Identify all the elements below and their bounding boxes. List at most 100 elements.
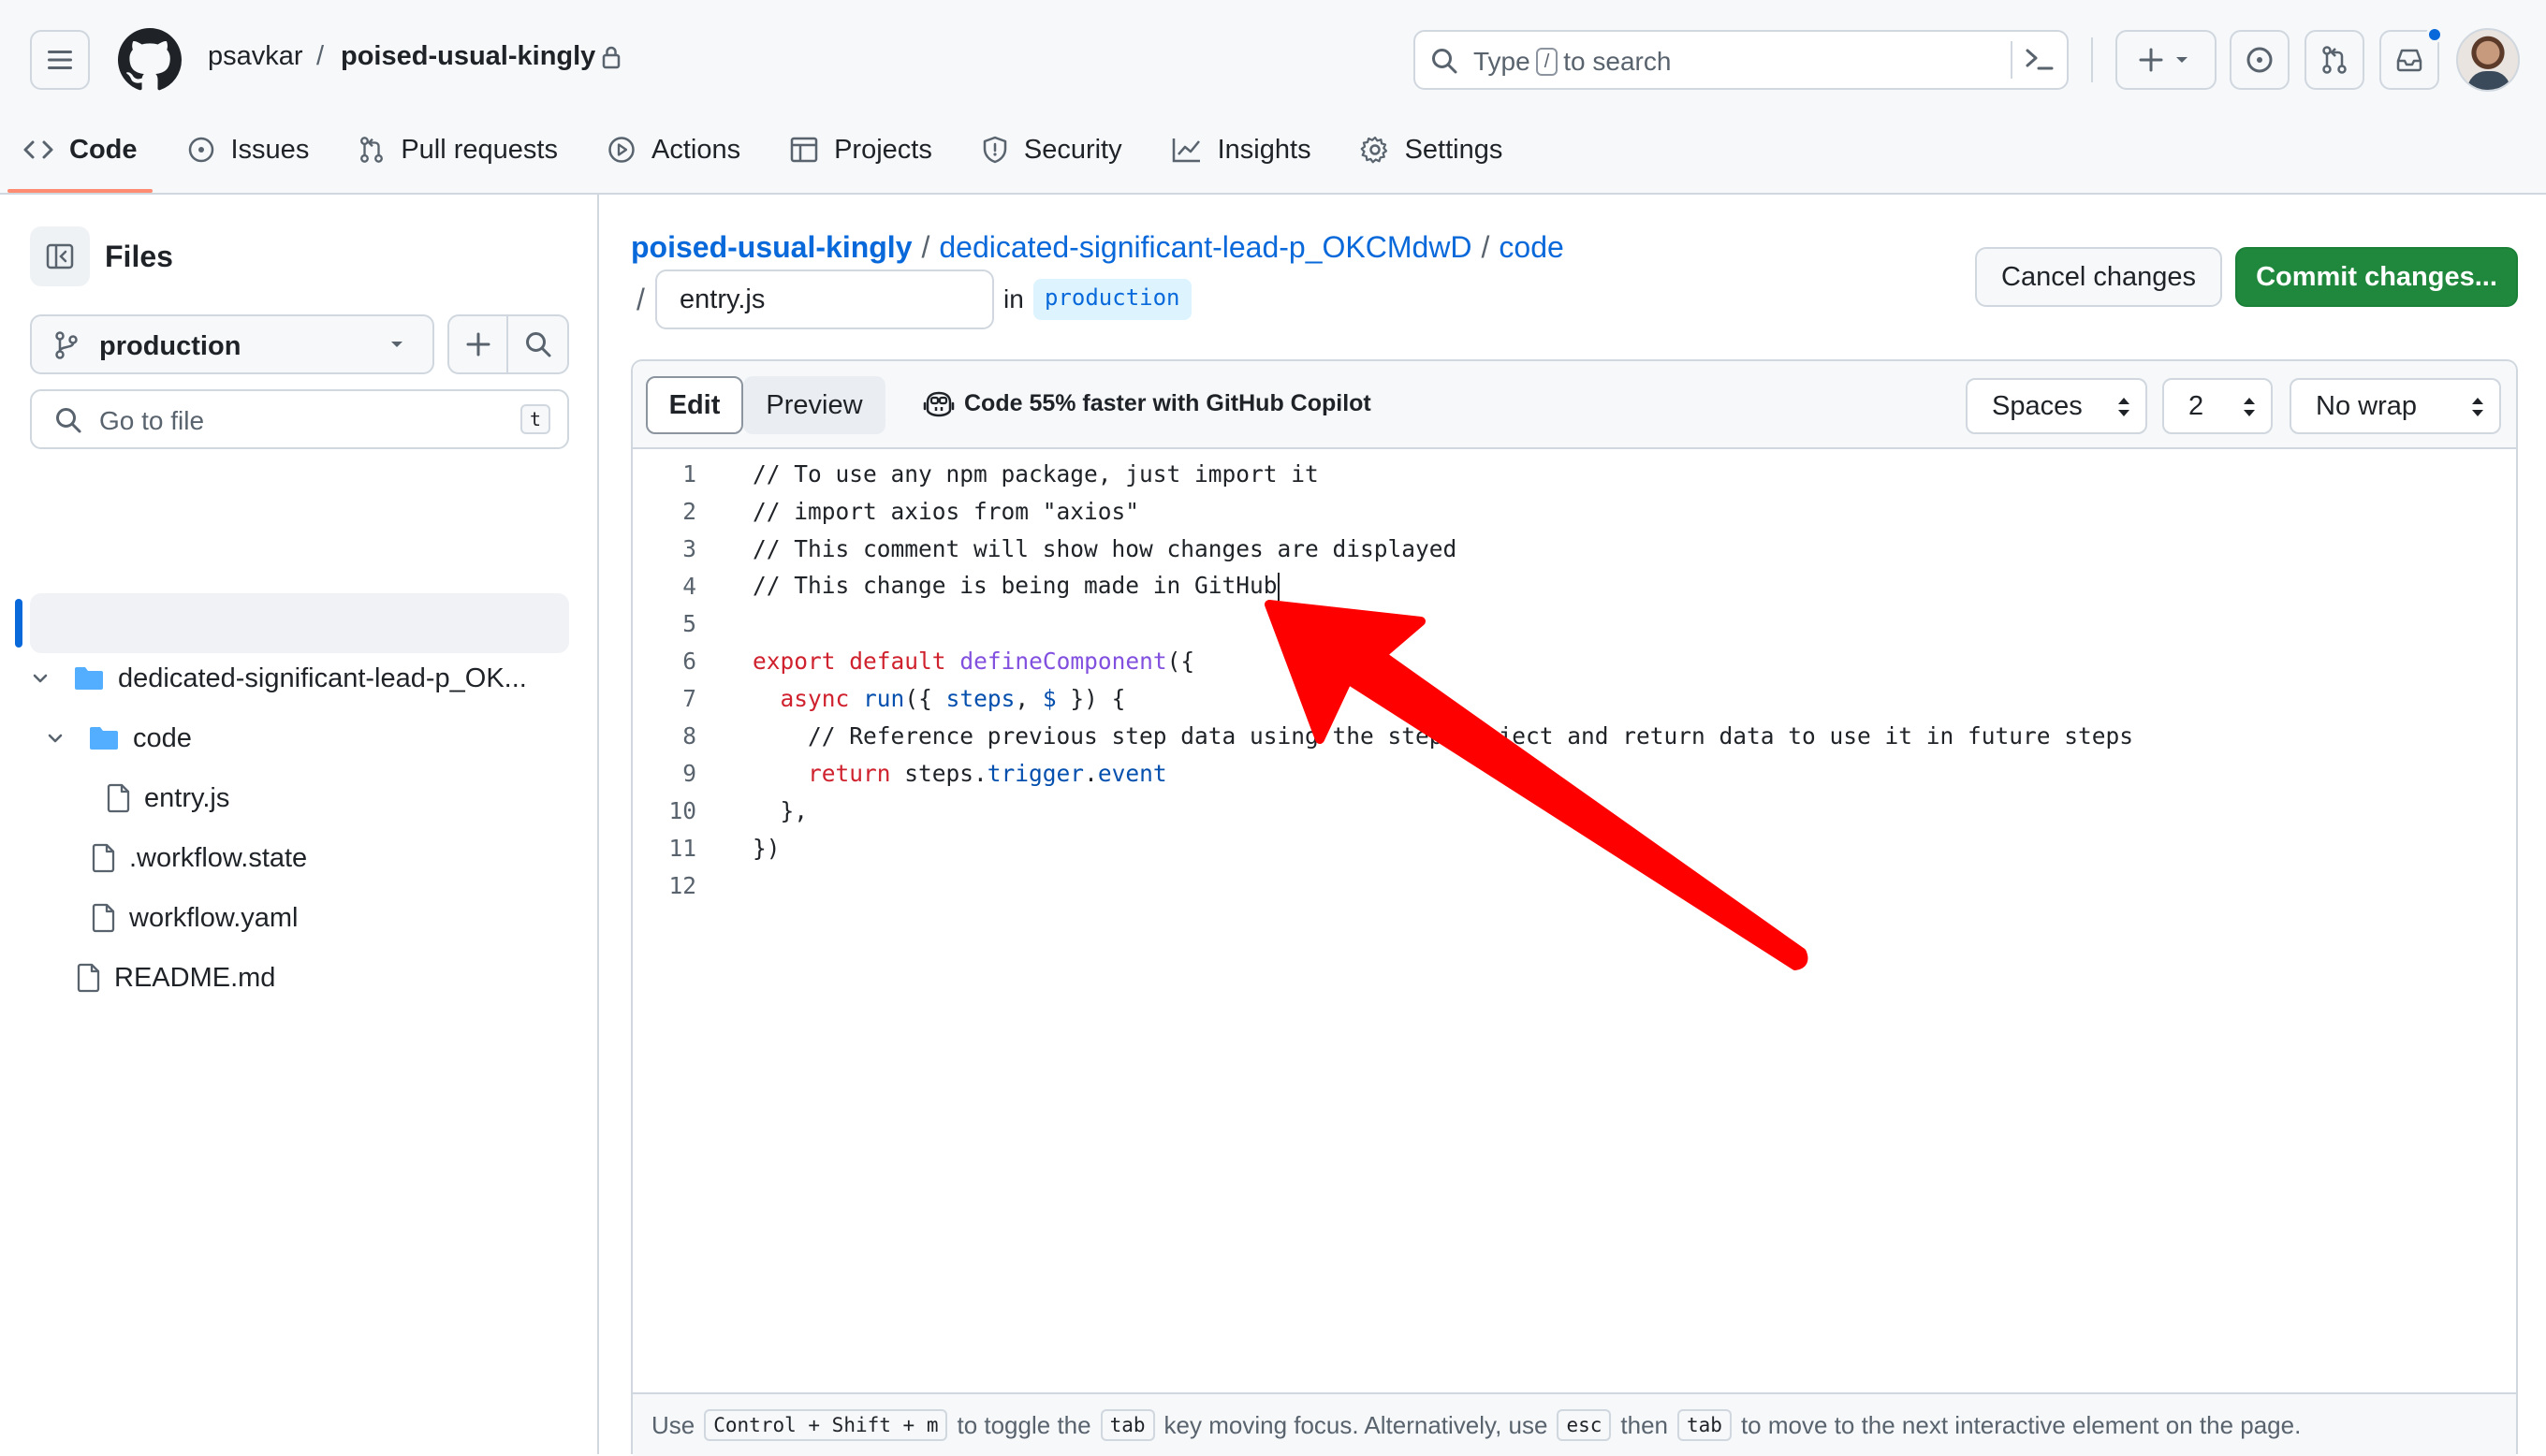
tree-file[interactable]: workflow.yaml (92, 889, 299, 947)
search-files-button[interactable] (508, 316, 567, 372)
line-number: 3 (682, 534, 696, 562)
issue-icon (2246, 47, 2273, 73)
gear-icon (1360, 135, 1390, 165)
tab-code[interactable]: Code (0, 122, 160, 193)
lock-icon (602, 46, 621, 69)
code-line: 10 }, (633, 792, 2516, 829)
commit-changes-button[interactable]: Commit changes... (2235, 247, 2518, 307)
line-number: 8 (682, 721, 696, 750)
code-text: // import axios from "axios" (753, 497, 1140, 525)
code-line: 9 return steps.trigger.event (633, 754, 2516, 792)
code-line: 8 // Reference previous step data using … (633, 717, 2516, 754)
hint-text: then (1620, 1410, 1669, 1439)
code-line: 1 // To use any npm package, just import … (633, 455, 2516, 492)
tree-item-label: entry.js (144, 782, 230, 813)
code-line: 3 // This comment will show how changes a… (633, 530, 2516, 567)
command-palette-icon[interactable] (2024, 45, 2056, 75)
branch-selector[interactable]: production (30, 314, 434, 374)
line-number: 7 (682, 684, 696, 712)
tab-label: Pull requests (401, 134, 558, 165)
tab-projects[interactable]: Projects (767, 122, 955, 178)
tree-file[interactable]: .workflow.state (92, 829, 307, 887)
hint-key: esc (1557, 1409, 1612, 1441)
copilot-promo-link[interactable]: Code 55% faster with GitHub Copilot (923, 389, 1371, 417)
tab-label: Code (69, 134, 138, 165)
code-line: 6 export default defineComponent({ (633, 642, 2516, 679)
repo-owner-link[interactable]: psavkar (208, 41, 303, 72)
menu-button[interactable] (30, 30, 90, 90)
breadcrumb-subfolder-link[interactable]: code (1499, 230, 1563, 265)
line-number: 12 (668, 871, 696, 899)
search-divider (2011, 41, 2012, 79)
search-placeholder-after: to search (1563, 47, 1672, 76)
branch-icon (55, 331, 78, 359)
breadcrumb-repo-link[interactable]: poised-usual-kingly (631, 230, 912, 265)
create-new-button[interactable] (2115, 30, 2217, 90)
pull-request-icon (358, 135, 386, 165)
code-line: 12 (633, 866, 2516, 904)
line-number: 10 (668, 796, 696, 824)
tab-label: Security (1023, 134, 1122, 165)
indent-mode-select[interactable]: Spaces (1966, 378, 2147, 434)
graph-icon (1171, 136, 1203, 164)
tree-item-label: code (133, 722, 192, 753)
wrap-mode-select[interactable]: No wrap (2290, 378, 2501, 434)
unread-notification-dot (2426, 26, 2443, 43)
indent-size-select[interactable]: 2 (2162, 378, 2273, 434)
code-text: async run({ steps, $ }) { (780, 684, 1126, 712)
repo-name-link[interactable]: poised-usual-kingly (341, 41, 595, 72)
code-icon (22, 136, 54, 164)
tab-settings[interactable]: Settings (1338, 122, 1526, 178)
add-file-button[interactable] (449, 316, 509, 372)
in-label: in (1003, 284, 1024, 313)
user-avatar[interactable] (2456, 28, 2520, 92)
tab-actions[interactable]: Actions (584, 122, 763, 178)
cancel-changes-button[interactable]: Cancel changes (1975, 247, 2222, 307)
path-separator: / (636, 283, 645, 316)
folder-icon (73, 664, 105, 692)
code-text: }, (753, 796, 809, 824)
tab-security[interactable]: Security (958, 122, 1145, 178)
chevron-down-icon[interactable] (45, 728, 69, 749)
breadcrumb: poised-usual-kingly / dedicated-signific… (631, 230, 1564, 265)
indent-mode-value: Spaces (1992, 390, 2083, 421)
play-icon (607, 135, 636, 165)
wrap-mode-value: No wrap (2316, 390, 2417, 421)
code-line: 5 (633, 604, 2516, 642)
tab-edit[interactable]: Edit (646, 376, 743, 434)
breadcrumb-separator: / (921, 230, 930, 264)
tree-folder[interactable]: code (45, 709, 192, 767)
tab-insights[interactable]: Insights (1149, 122, 1334, 178)
hint-key: Control + Shift + m (704, 1409, 948, 1441)
header-divider (2091, 37, 2093, 82)
search-placeholder: Type / to search (1473, 47, 1671, 77)
your-issues-button[interactable] (2230, 30, 2290, 90)
go-to-file-input[interactable]: Go to file t (30, 389, 569, 449)
files-title: Files (105, 240, 173, 273)
code-text: // This comment will show how changes ar… (753, 534, 1457, 562)
branch-name: production (99, 331, 241, 361)
search-shortcut-key: / (1535, 48, 1558, 76)
github-logo-icon[interactable] (118, 28, 182, 92)
search-icon (1432, 49, 1457, 74)
tree-file[interactable]: entry.js (107, 769, 229, 827)
line-number: 4 (682, 572, 696, 600)
collapse-sidebar-button[interactable] (30, 226, 90, 286)
tree-file[interactable]: README.md (77, 949, 275, 1007)
tab-pull-requests[interactable]: Pull requests (335, 122, 580, 178)
editor-keyboard-hint: Use Control + Shift + m to toggle the ta… (633, 1392, 2516, 1456)
code-content[interactable]: 1 // To use any npm package, just import … (633, 451, 2516, 1377)
tab-issues[interactable]: Issues (164, 122, 332, 178)
search-input[interactable]: Type / to search (1413, 30, 2069, 90)
search-icon (56, 408, 81, 433)
tab-preview[interactable]: Preview (743, 376, 885, 434)
breadcrumb-folder-link[interactable]: dedicated-significant-lead-p_OKCMdwD (939, 230, 1471, 265)
code-text: return steps.trigger.event (808, 759, 1167, 787)
hint-text: Use (651, 1410, 695, 1439)
your-pull-requests-button[interactable] (2305, 30, 2364, 90)
chevron-down-icon[interactable] (30, 668, 54, 689)
code-line: 7 async run({ steps, $ }) { (633, 679, 2516, 717)
tree-folder[interactable]: dedicated-significant-lead-p_OK... (30, 649, 527, 707)
filename-input[interactable]: entry.js (655, 269, 994, 329)
code-line: 11}) (633, 829, 2516, 866)
